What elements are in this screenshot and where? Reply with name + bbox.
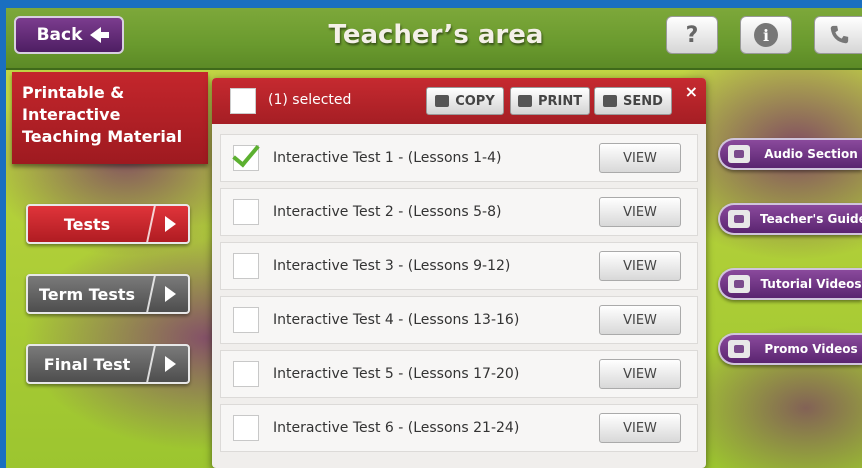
promo-videos-button[interactable]: Promo Videos [718,333,862,365]
close-icon[interactable]: × [685,82,698,101]
selected-count: (1) selected [268,92,352,108]
app-frame: Back Teacher’s area ? i Printable & Inte… [6,8,862,468]
final-test-button-label: Final Test [43,354,131,374]
back-button[interactable]: Back [14,16,124,54]
test-row-label: Interactive Test 2 - (Lessons 5-8) [273,204,502,220]
select-all-checkbox[interactable] [230,88,256,114]
teachers-guide-label: Teacher's Guide [760,212,862,226]
copy-button-label: COPY [455,93,495,109]
test-row-label: Interactive Test 5 - (Lessons 17-20) [273,366,520,382]
row-checkbox[interactable] [233,199,259,225]
row-checkbox[interactable] [233,361,259,387]
audio-section-button[interactable]: Audio Section [718,138,862,170]
test-row-label: Interactive Test 6 - (Lessons 21-24) [273,420,520,436]
tests-button[interactable]: Tests [26,204,192,244]
help-icon: ? [685,22,699,48]
copy-button[interactable]: COPY [426,87,504,115]
play-icon [728,340,750,358]
book-icon [728,210,750,228]
printer-icon [517,95,532,107]
view-button[interactable]: VIEW [599,359,681,389]
final-test-button[interactable]: Final Test [26,344,192,384]
view-button[interactable]: VIEW [599,251,681,281]
test-row: Interactive Test 3 - (Lessons 9-12) VIEW [220,242,698,290]
back-button-label: Back [36,25,83,45]
play-arrow-icon [146,276,192,312]
test-row: Interactive Test 6 - (Lessons 21-24) VIE… [220,404,698,452]
promo-videos-label: Promo Videos [764,342,858,356]
view-button[interactable]: VIEW [599,197,681,227]
tests-button-label: Tests [63,214,111,234]
send-button[interactable]: SEND [594,87,672,115]
copy-icon [435,95,450,107]
phone-button[interactable] [814,16,862,54]
audio-section-label: Audio Section [764,147,858,161]
test-row-label: Interactive Test 3 - (Lessons 9-12) [273,258,511,274]
envelope-icon [603,95,618,107]
page-title: Teacher’s area [328,20,544,50]
test-row-label: Interactive Test 4 - (Lessons 13-16) [273,312,520,328]
row-checkbox[interactable] [233,307,259,333]
help-button[interactable]: ? [666,16,718,54]
tutorial-videos-label: Tutorial Videos [760,277,862,291]
play-arrow-icon [146,346,192,382]
play-arrow-icon [146,206,192,242]
phone-icon [830,25,848,44]
panel-toolbar: (1) selected COPY PRINT SEND × [212,78,706,124]
view-button[interactable]: VIEW [599,143,681,173]
row-checkbox[interactable] [233,145,259,171]
test-row: Interactive Test 4 - (Lessons 13-16) VIE… [220,296,698,344]
info-icon: i [754,23,778,47]
teachers-guide-button[interactable]: Teacher's Guide [718,203,862,235]
info-button[interactable]: i [740,16,792,54]
row-checkbox[interactable] [233,415,259,441]
tests-panel: (1) selected COPY PRINT SEND × Interacti… [212,78,706,468]
video-icon [728,275,750,293]
top-bar: Back Teacher’s area ? i [6,8,862,70]
test-row: Interactive Test 1 - (Lessons 1-4) VIEW [220,134,698,182]
test-row: Interactive Test 2 - (Lessons 5-8) VIEW [220,188,698,236]
row-checkbox[interactable] [233,253,259,279]
material-header-line: Teaching Material [22,127,183,146]
material-header-line: Interactive [22,105,121,124]
term-tests-button-label: Term Tests [38,284,136,304]
tutorial-videos-button[interactable]: Tutorial Videos [718,268,862,300]
print-button-label: PRINT [537,93,583,109]
view-button[interactable]: VIEW [599,413,681,443]
test-row-label: Interactive Test 1 - (Lessons 1-4) [273,150,502,166]
test-row: Interactive Test 5 - (Lessons 17-20) VIE… [220,350,698,398]
arrow-left-icon [90,27,110,43]
headphones-icon [728,145,750,163]
view-button[interactable]: VIEW [599,305,681,335]
material-header: Printable & Interactive Teaching Materia… [12,72,208,164]
term-tests-button[interactable]: Term Tests [26,274,192,314]
print-button[interactable]: PRINT [510,87,590,115]
material-header-line: Printable & [22,83,125,102]
send-button-label: SEND [623,93,663,109]
